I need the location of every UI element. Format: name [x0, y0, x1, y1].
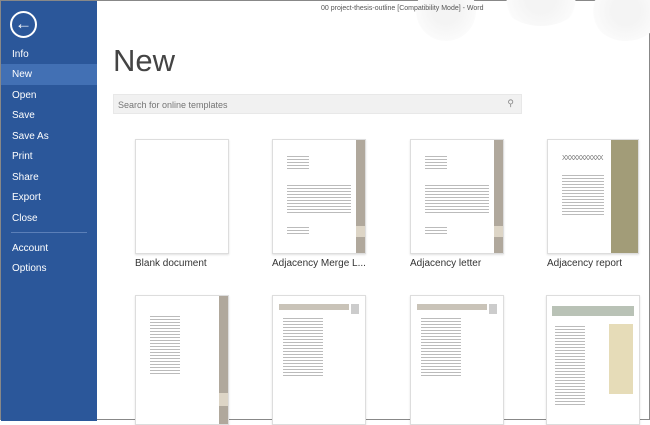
template-thumbnail[interactable] [410, 295, 504, 425]
window-title: 00 project-thesis-outline [Compatibility… [321, 5, 484, 12]
template-thumbnail[interactable] [135, 295, 229, 425]
background-decoration [501, 0, 581, 26]
sidebar-item-options[interactable]: Options [1, 258, 97, 279]
background-decoration [591, 0, 650, 41]
template-label[interactable]: Adjacency report [547, 258, 622, 269]
template-adjacency-report[interactable]: XXXXXXXXXXX [547, 139, 639, 254]
sidebar-item-account[interactable]: Account [1, 238, 97, 259]
template-label[interactable]: Blank document [135, 258, 207, 269]
sidebar-item-save-as[interactable]: Save As [1, 126, 97, 147]
template-adjacency-letter[interactable] [410, 139, 504, 254]
template-blank-document[interactable] [135, 139, 229, 254]
sidebar-item-info[interactable]: Info [1, 44, 97, 65]
page-title: New [113, 43, 176, 78]
back-arrow-icon[interactable]: ← [10, 11, 37, 38]
sidebar-item-save[interactable]: Save [1, 105, 97, 126]
search-icon[interactable]: ⚲ [507, 98, 514, 109]
sidebar-item-close[interactable]: Close [1, 208, 97, 229]
report-heading-graphic: XXXXXXXXXXX [562, 155, 603, 162]
template-thumbnail[interactable] [546, 295, 640, 425]
template-label[interactable]: Adjacency letter [410, 258, 481, 269]
sidebar-item-open[interactable]: Open [1, 85, 97, 106]
sidebar-item-print[interactable]: Print [1, 146, 97, 167]
sidebar-item-export[interactable]: Export [1, 187, 97, 208]
sidebar-item-share[interactable]: Share [1, 167, 97, 188]
sidebar-divider [11, 232, 87, 233]
backstage-sidebar: ← Info New Open Save Save As Print Share… [1, 1, 97, 421]
sidebar-item-new[interactable]: New [1, 64, 97, 85]
template-adjacency-merge-letter[interactable] [272, 139, 366, 254]
search-input[interactable] [114, 96, 494, 114]
template-thumbnail[interactable] [272, 295, 366, 425]
template-label[interactable]: Adjacency Merge L... [272, 258, 366, 269]
template-search: ⚲ [113, 94, 522, 114]
